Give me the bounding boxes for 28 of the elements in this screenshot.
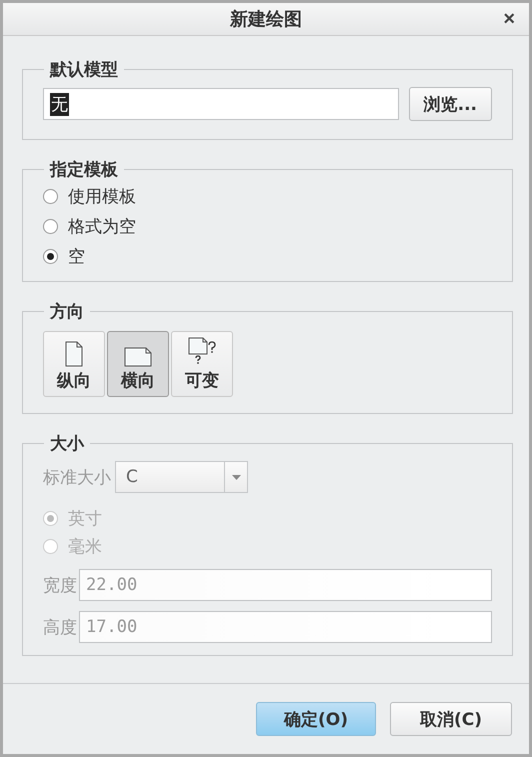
radio-label: 格式为空 — [68, 216, 136, 238]
radio-label: 使用模板 — [68, 186, 136, 208]
field-label: 高度 — [43, 616, 77, 638]
radio-label: 空 — [68, 246, 85, 268]
model-field[interactable]: 无 — [43, 88, 399, 120]
radio-button[interactable] — [43, 248, 58, 264]
radio-button[interactable] — [43, 218, 58, 234]
field-label: 标准大小 — [43, 466, 111, 488]
orientation-button[interactable]: 横向 — [107, 331, 169, 397]
ok-button[interactable]: 确定(O) — [256, 702, 376, 736]
group-title: 默认模型 — [48, 59, 119, 81]
group-title: 方向 — [48, 301, 85, 323]
window-title: 新建绘图 — [230, 8, 302, 31]
close-button[interactable]: × — [501, 8, 517, 30]
orientation-button[interactable]: 纵向 — [43, 331, 105, 397]
radio-label: 英寸 — [68, 508, 102, 530]
cancel-button[interactable]: 取消(C) — [390, 702, 512, 736]
radio-label: 毫米 — [68, 536, 102, 558]
group-title: 指定模板 — [48, 159, 119, 181]
orientation-button[interactable]: 可变 — [171, 331, 233, 397]
landscape-page-icon — [124, 347, 152, 367]
dropdown-arrow-icon — [232, 474, 240, 480]
group-title: 大小 — [49, 433, 86, 455]
radio-button[interactable] — [43, 188, 58, 204]
portrait-page-icon — [65, 341, 83, 367]
field-label: 宽度 — [43, 574, 77, 596]
page-question-icon — [187, 337, 217, 367]
browse-button[interactable]: 浏览... — [408, 87, 492, 121]
